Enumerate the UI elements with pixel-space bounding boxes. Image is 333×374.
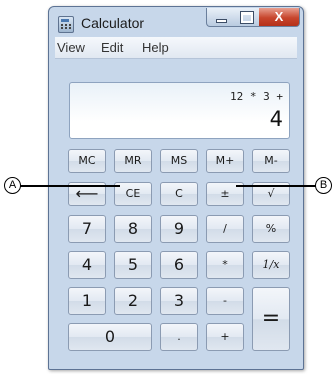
mr-button[interactable]: MR xyxy=(114,149,152,173)
digit-3-button[interactable]: 3 xyxy=(160,287,198,315)
digit-2-button[interactable]: 2 xyxy=(114,287,152,315)
calculator-app-icon xyxy=(58,16,74,33)
digit-5-button[interactable]: 5 xyxy=(114,251,152,279)
minimize-icon xyxy=(216,19,227,23)
digit-8-button[interactable]: 8 xyxy=(114,215,152,243)
menu-edit[interactable]: Edit xyxy=(101,40,123,55)
title-bar[interactable]: Calculator X xyxy=(49,7,303,37)
digit-9-button[interactable]: 9 xyxy=(160,215,198,243)
digit-6-button[interactable]: 6 xyxy=(160,251,198,279)
m-minus-button[interactable]: M- xyxy=(252,149,290,173)
maximize-icon xyxy=(240,11,254,24)
ms-button[interactable]: MS xyxy=(160,149,198,173)
mc-button[interactable]: MC xyxy=(68,149,106,173)
divide-button[interactable]: / xyxy=(206,215,244,243)
close-icon: X xyxy=(274,9,284,24)
callout-a-label: A xyxy=(4,177,21,194)
m-plus-button[interactable]: M+ xyxy=(206,149,244,173)
equals-button[interactable]: = xyxy=(252,287,290,351)
reciprocal-button[interactable]: 1/x xyxy=(252,251,290,279)
menu-view[interactable]: View xyxy=(57,40,85,55)
menu-help[interactable]: Help xyxy=(142,40,169,55)
minus-button[interactable]: - xyxy=(206,287,244,315)
result-readout: 4 xyxy=(269,107,283,131)
c-button[interactable]: C xyxy=(160,182,198,206)
digit-1-button[interactable]: 1 xyxy=(68,287,106,315)
percent-button[interactable]: % xyxy=(252,215,290,243)
multiply-button[interactable]: * xyxy=(206,251,244,279)
callout-b-label: B xyxy=(315,177,332,194)
decimal-button[interactable]: . xyxy=(160,323,198,351)
close-button[interactable]: X xyxy=(259,8,300,27)
calculator-window: Calculator X View Edit Help 12 * 3 + 4 M… xyxy=(48,6,304,370)
callout-b-line xyxy=(236,185,316,187)
digit-4-button[interactable]: 4 xyxy=(68,251,106,279)
callout-a-line xyxy=(20,185,120,187)
expression-readout: 12 * 3 + xyxy=(230,90,283,103)
minimize-button[interactable] xyxy=(206,8,235,27)
digit-0-button[interactable]: 0 xyxy=(68,323,152,351)
window-title: Calculator xyxy=(81,15,145,31)
maximize-button[interactable] xyxy=(233,8,260,27)
calculator-display: 12 * 3 + 4 xyxy=(69,82,290,139)
digit-7-button[interactable]: 7 xyxy=(68,215,106,243)
menu-bar: View Edit Help xyxy=(55,37,297,59)
plus-button[interactable]: + xyxy=(206,323,244,351)
